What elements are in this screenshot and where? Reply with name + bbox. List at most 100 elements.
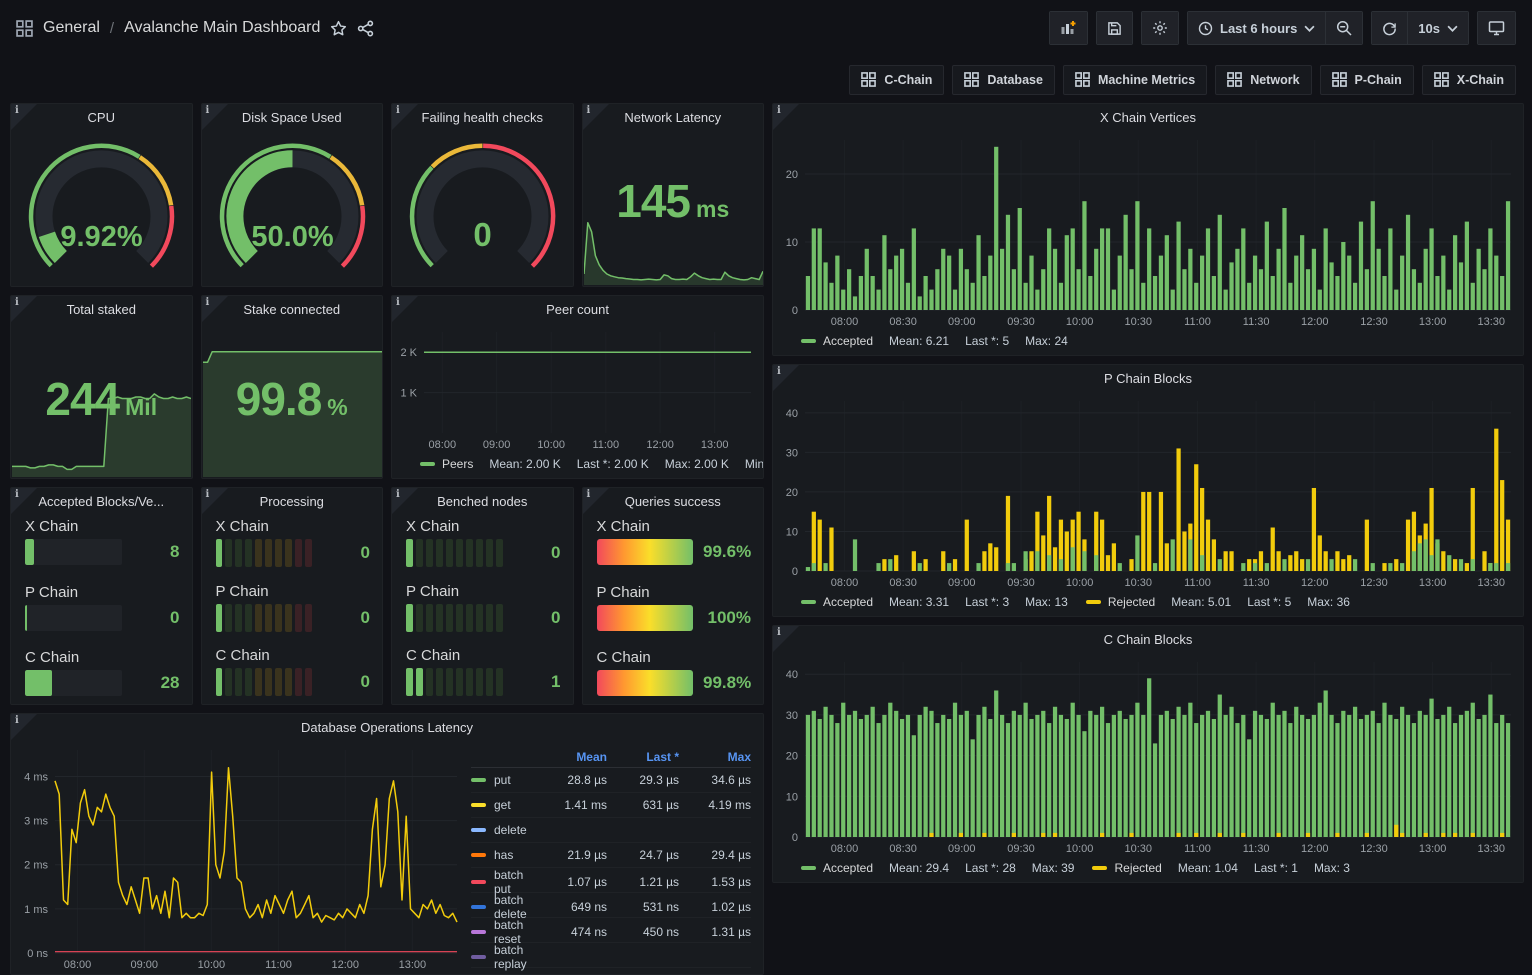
db-table-row: put28.8 µs29.3 µs34.6 µs [471, 768, 751, 793]
refresh-button[interactable] [1372, 12, 1407, 44]
legend-item-accepted[interactable]: AcceptedMean: 6.21Last *: 5Max: 24 [801, 334, 1068, 348]
panel-info-icon[interactable]: i [392, 488, 418, 514]
segment-cell [225, 668, 232, 696]
panel-info-icon[interactable]: i [11, 296, 37, 322]
panel-info-icon[interactable]: i [583, 488, 609, 514]
dashboard-link-network[interactable]: Network [1215, 65, 1311, 95]
dashboard-link-database[interactable]: Database [952, 65, 1055, 95]
panel-title[interactable]: Database Operations Latency [11, 714, 763, 742]
db-table-header[interactable]: Last * [607, 750, 679, 764]
panel-title[interactable]: Benched nodes [392, 488, 573, 516]
panel-info-icon[interactable]: i [11, 104, 37, 130]
panel-title[interactable]: Network Latency [583, 104, 764, 132]
panel-info-icon[interactable]: i [773, 626, 799, 652]
panel-title[interactable]: Processing [202, 488, 383, 516]
legend-series-name: batch put [494, 868, 535, 896]
panel-info-icon[interactable]: i [392, 296, 418, 322]
db-table-header[interactable]: Max [679, 750, 751, 764]
legend-item-has[interactable]: has [471, 848, 535, 862]
x-axis-tick: 08:30 [889, 577, 917, 589]
y-axis-tick: 3 ms [24, 816, 48, 828]
time-range-picker[interactable]: Last 6 hours [1188, 12, 1325, 44]
panel-info-icon[interactable]: i [773, 365, 799, 391]
panel-info-icon[interactable]: i [11, 714, 37, 740]
db-table-row: get1.41 ms631 µs4.19 ms [471, 793, 751, 818]
panel-title[interactable]: Stake connected [202, 296, 383, 324]
x-axis-tick: 09:00 [948, 316, 976, 328]
panel-processing: i Processing X Chain0P Chain0C Chain0 [201, 487, 384, 705]
legend-item-accepted[interactable]: AcceptedMean: 3.31Last *: 3Max: 13 [801, 595, 1068, 609]
legend-stat: Max: 2.00 K [665, 457, 729, 471]
share-icon[interactable] [357, 20, 374, 37]
legend-item-batch-replay[interactable]: batch replay [471, 943, 535, 971]
chain-gauge-row: C Chain99.8% [597, 649, 752, 696]
panel-title[interactable]: Total staked [11, 296, 192, 324]
segment-cell [476, 604, 483, 632]
segment-cell [466, 539, 473, 567]
settings-gear-button[interactable] [1142, 12, 1178, 44]
segment-cell [426, 668, 433, 696]
x-axis-tick: 12:00 [1301, 843, 1329, 855]
legend-item-put[interactable]: put [471, 773, 535, 787]
legend-item-batch-delete[interactable]: batch delete [471, 893, 535, 921]
panel-database-operations-latency: i Database Operations Latency 08:0009:00… [10, 713, 764, 975]
chain-label: C Chain [406, 647, 561, 664]
save-dashboard-button[interactable] [1097, 12, 1132, 44]
db-table-header[interactable]: Mean [535, 750, 607, 764]
panel-title[interactable]: Peer count [392, 296, 763, 324]
x-axis-tick: 13:00 [1419, 577, 1447, 589]
panel-title[interactable]: CPU [11, 104, 192, 132]
legend-item-accepted[interactable]: AcceptedMean: 29.4Last *: 28Max: 39 [801, 861, 1074, 875]
panel-title[interactable]: Failing health checks [392, 104, 573, 132]
panel-title[interactable]: X Chain Vertices [773, 104, 1523, 132]
legend-item-delete[interactable]: delete [471, 823, 535, 837]
segment-cell [486, 668, 493, 696]
dashboard-link-c-chain[interactable]: C-Chain [849, 65, 944, 95]
chain-label: P Chain [406, 583, 561, 600]
legend-item-rejected[interactable]: RejectedMean: 5.01Last *: 5Max: 36 [1086, 595, 1350, 609]
panel-info-icon[interactable]: i [11, 488, 37, 514]
x-axis-tick: 13:30 [1477, 843, 1505, 855]
dashboard-link-x-chain[interactable]: X-Chain [1422, 65, 1516, 95]
dashboard-link-label: X-Chain [1457, 73, 1504, 87]
panel-title[interactable]: Queries success [583, 488, 764, 516]
legend-item-batch-put[interactable]: batch put [471, 868, 535, 896]
refresh-interval-dropdown[interactable]: 10s [1407, 12, 1468, 44]
x-axis-tick: 09:00 [948, 577, 976, 589]
breadcrumb-folder[interactable]: General [43, 19, 100, 37]
segment-cell [416, 604, 423, 632]
bar-gauge-track [25, 539, 122, 565]
panel-info-icon[interactable]: i [202, 488, 228, 514]
legend-swatch-icon [471, 803, 486, 807]
panel-title[interactable]: Accepted Blocks/Ve... [11, 488, 192, 516]
legend-item-batch-reset[interactable]: batch reset [471, 918, 535, 946]
dashboard-link-machine-metrics[interactable]: Machine Metrics [1063, 65, 1207, 95]
breadcrumb-dashboard-title[interactable]: Avalanche Main Dashboard [124, 19, 320, 37]
legend-item-peers[interactable]: PeersMean: 2.00 KLast *: 2.00 KMax: 2.00… [420, 457, 763, 471]
legend-item-get[interactable]: get [471, 798, 535, 812]
legend-swatch-icon [471, 955, 486, 959]
segment-cell [436, 604, 443, 632]
legend-item-rejected[interactable]: RejectedMean: 1.04Last *: 1Max: 3 [1092, 861, 1349, 875]
panel-cpu: i CPU 9.92% [10, 103, 193, 287]
segment-cell [216, 668, 223, 696]
cycle-view-mode-button[interactable] [1478, 12, 1515, 44]
dashboard-link-p-chain[interactable]: P-Chain [1320, 65, 1414, 95]
db-table-value: 1.02 µs [679, 900, 751, 914]
panel-title[interactable]: Disk Space Used [202, 104, 383, 132]
x-axis-tick: 11:00 [265, 959, 292, 971]
add-panel-button[interactable] [1050, 12, 1087, 44]
panel-title[interactable]: P Chain Blocks [773, 365, 1523, 393]
panel-info-icon[interactable]: i [202, 104, 228, 130]
dashboards-grid-icon[interactable] [16, 20, 33, 37]
panel-info-icon[interactable]: i [773, 104, 799, 130]
star-icon[interactable] [330, 20, 347, 37]
segment-cell [436, 668, 443, 696]
x-axis-tick: 13:00 [1419, 316, 1447, 328]
panel-info-icon[interactable]: i [392, 104, 418, 130]
panel-info-icon[interactable]: i [583, 104, 609, 130]
panel-title[interactable]: C Chain Blocks [773, 626, 1523, 654]
panel-info-icon[interactable]: i [202, 296, 228, 322]
zoom-out-button[interactable] [1325, 12, 1362, 44]
peer-count-legend: PeersMean: 2.00 KLast *: 2.00 KMax: 2.00… [392, 454, 763, 478]
